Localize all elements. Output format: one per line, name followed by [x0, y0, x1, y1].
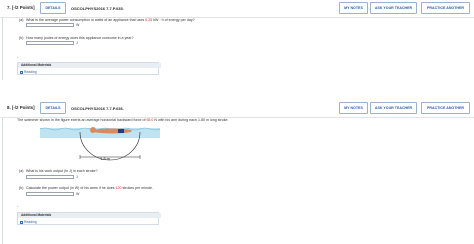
question-7: 7. [-/2 Points] DETAILS OSCOLPHYS2016 7.…: [0, 0, 474, 100]
reading-link[interactable]: Reading: [20, 220, 37, 224]
my-notes-button[interactable]: MY NOTES: [339, 102, 368, 114]
part-a-unit: W: [76, 23, 80, 27]
details-button[interactable]: DETAILS: [40, 102, 66, 114]
part-b-unit: W: [76, 192, 80, 196]
question-number: 7. [-/2 Points]: [7, 5, 35, 10]
ask-teacher-button[interactable]: ASK YOUR TEACHER: [370, 2, 417, 14]
part-a-label: (a): [19, 169, 24, 173]
question-code: OSCOLPHYS2016 7.7.P.036.: [71, 106, 124, 111]
left-border: [2, 118, 3, 244]
part-b-label: (b): [19, 186, 24, 190]
swimmer-trunks: [118, 129, 124, 133]
distance-label: 1.8 m: [100, 156, 111, 161]
part-a-text: What is his work output (in J) in each s…: [26, 169, 98, 173]
reading-link[interactable]: Reading: [20, 70, 37, 74]
swimmer-head: [90, 127, 96, 133]
part-b-unit: J: [76, 41, 78, 45]
practice-another-button[interactable]: PRACTICE ANOTHER: [421, 102, 470, 114]
question-code: OSCOLPHYS2016 7.7.P.035.: [71, 6, 124, 11]
part-b-text: Calculate the power output (in W) of his…: [26, 186, 154, 190]
swimmer-figure: 1.8 m: [40, 127, 160, 161]
swimmer-body: [92, 128, 132, 134]
left-border: [2, 17, 3, 80]
question-8-header: 8. [-/2 Points] DETAILS OSCOLPHYS2016 7.…: [0, 101, 474, 118]
book-icon: [20, 70, 23, 74]
part-a-unit: J: [76, 175, 78, 179]
additional-materials-box: Additional Materials Reading: [17, 62, 161, 75]
my-notes-button[interactable]: MY NOTES: [339, 2, 368, 14]
additional-materials-title: Additional Materials: [18, 213, 161, 218]
part-a-answer-input[interactable]: [26, 23, 74, 27]
ask-teacher-button[interactable]: ASK YOUR TEACHER: [370, 102, 417, 114]
expand-marker[interactable]: +: [17, 204, 19, 208]
part-b-label: (b): [19, 36, 24, 40]
reading-label: Reading: [24, 220, 37, 224]
additional-materials-title: Additional Materials: [18, 63, 161, 68]
question-8: 8. [-/2 Points] DETAILS OSCOLPHYS2016 7.…: [0, 101, 474, 244]
part-a-answer-input[interactable]: [26, 175, 74, 179]
part-a-label: (a): [19, 18, 24, 22]
part-b-answer-input[interactable]: [26, 41, 74, 45]
part-b-text: How many joules of energy does this appl…: [26, 36, 134, 40]
question-7-header: 7. [-/2 Points] DETAILS OSCOLPHYS2016 7.…: [0, 1, 474, 18]
part-a-text: What is the average power consumption in…: [26, 18, 195, 22]
reading-label: Reading: [24, 70, 37, 74]
practice-another-button[interactable]: PRACTICE ANOTHER: [421, 2, 470, 14]
details-button[interactable]: DETAILS: [40, 2, 66, 14]
additional-materials-box: Additional Materials Reading: [17, 212, 161, 225]
problem-intro: The swimmer shown in the figure exerts a…: [17, 118, 229, 122]
question-number: 8. [-/2 Points]: [7, 105, 35, 110]
part-b-answer-input[interactable]: [26, 192, 74, 196]
expand-marker[interactable]: +: [17, 55, 19, 59]
book-icon: [20, 220, 23, 224]
